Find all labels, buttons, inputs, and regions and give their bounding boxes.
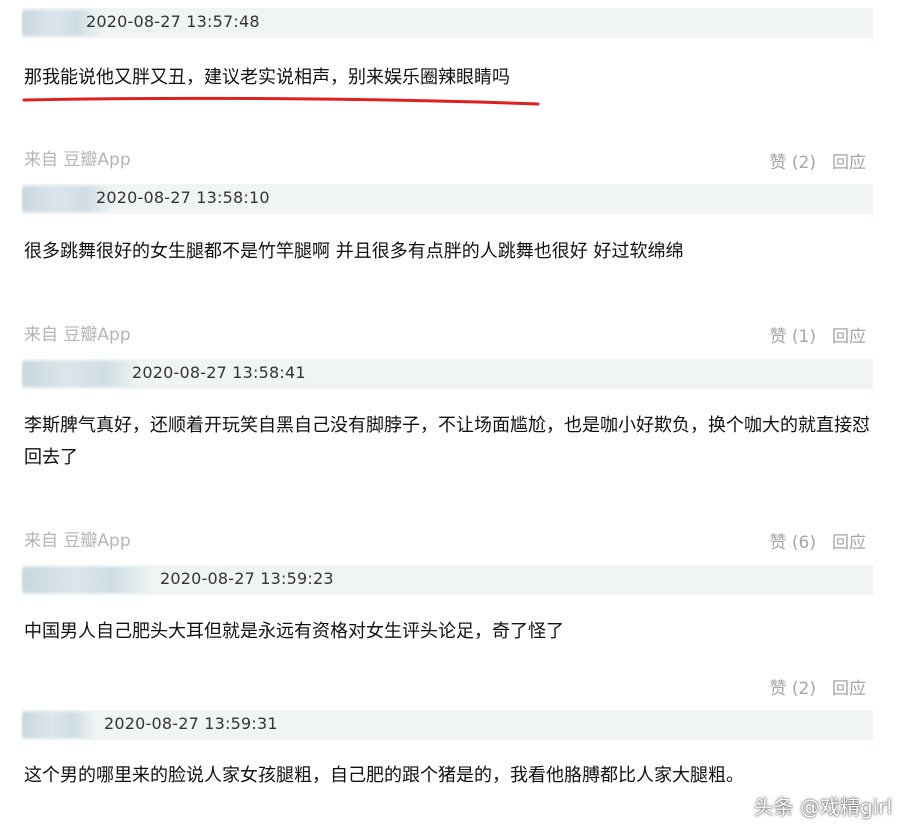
- blurred-username: [22, 567, 152, 593]
- comment-meta-bar: 2020-08-27 13:59:23: [22, 565, 873, 595]
- reply-button[interactable]: 回应: [832, 148, 866, 173]
- like-button[interactable]: 赞 (1): [770, 322, 816, 347]
- comment-text: 那我能说他又胖又丑，建议老实说相声，别来娱乐圈辣眼睛吗: [24, 67, 510, 88]
- comment-timestamp: 2020-08-27 13:58:41: [132, 363, 306, 382]
- watermark: 头条 @戏精girl: [753, 795, 892, 819]
- comment-text: 很多跳舞很好的女生腿都不是竹竿腿啊 并且很多有点胖的人跳舞也很好 好过软绵绵: [24, 241, 684, 262]
- comment-actions: 赞 (2) 回应: [770, 148, 866, 173]
- blurred-username: [22, 712, 96, 738]
- comment-source: 来自 豆瓣App: [24, 531, 131, 551]
- comment-timestamp: 2020-08-27 13:59:31: [104, 714, 278, 733]
- like-button[interactable]: 赞 (6): [770, 528, 816, 553]
- like-button[interactable]: 赞 (2): [770, 674, 816, 699]
- comment-text: 中国男人自己肥头大耳但就是永远有资格对女生评头论足，奇了怪了: [24, 621, 564, 642]
- comment-meta-bar: 2020-08-27 13:58:10: [22, 184, 873, 214]
- comment-timestamp: 2020-08-27 13:59:23: [160, 569, 334, 588]
- comment-meta-bar: 2020-08-27 13:57:48: [22, 8, 873, 38]
- comment-timestamp: 2020-08-27 13:57:48: [86, 12, 260, 31]
- blurred-username: [22, 361, 140, 387]
- comment-source: 来自 豆瓣App: [24, 325, 131, 345]
- comment-text: 李斯脾气真好，还顺着开玩笑自黑自己没有脚脖子，不让场面尴尬，也是咖小好欺负，换个…: [24, 415, 870, 468]
- comment-text: 这个男的哪里来的脸说人家女孩腿粗，自己肥的跟个猪是的，我看他胳膊都比人家大腿粗。: [24, 765, 744, 786]
- comment-meta-bar: 2020-08-27 13:59:31: [22, 710, 873, 740]
- comment-source: 来自 豆瓣App: [24, 150, 131, 170]
- reply-button[interactable]: 回应: [832, 674, 866, 699]
- red-underline-annotation: [22, 96, 540, 106]
- comment-actions: 赞 (6) 回应: [770, 528, 866, 553]
- reply-button[interactable]: 回应: [832, 322, 866, 347]
- reply-button[interactable]: 回应: [832, 528, 866, 553]
- comment-actions: 赞 (1) 回应: [770, 322, 866, 347]
- comment-actions: 赞 (2) 回应: [770, 674, 866, 699]
- like-button[interactable]: 赞 (2): [770, 148, 816, 173]
- comment-timestamp: 2020-08-27 13:58:10: [96, 188, 270, 207]
- comment-meta-bar: 2020-08-27 13:58:41: [22, 359, 873, 389]
